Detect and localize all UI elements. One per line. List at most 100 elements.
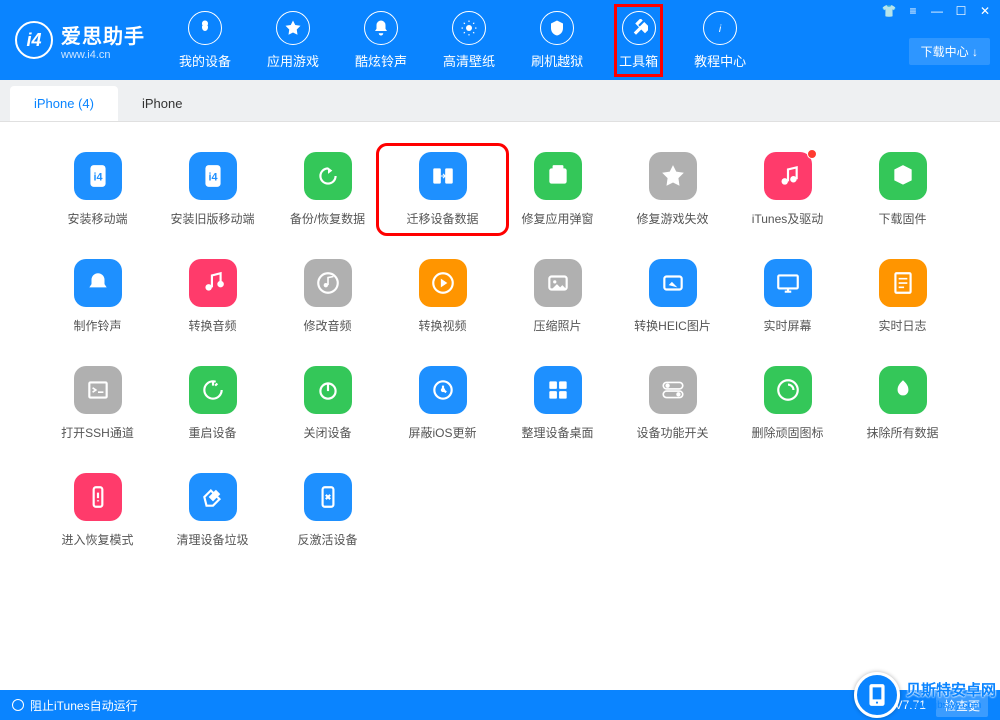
tools-grid: i4安装移动端i4安装旧版移动端备份/恢复数据迁移设备数据修复应用弹窗修复游戏失… [0, 122, 1000, 558]
install-mobile-icon: i4 [74, 152, 122, 200]
block-ios-update-icon [419, 366, 467, 414]
nav-toolbox[interactable]: 工具箱 [615, 5, 662, 76]
tool-modify-audio[interactable]: 修改音频 [270, 259, 385, 334]
tool-realtime-screen[interactable]: 实时屏幕 [730, 259, 845, 334]
modify-audio-icon [304, 259, 352, 307]
tool-label: 迁移设备数据 [406, 210, 478, 227]
erase-all-icon [879, 366, 927, 414]
tool-label: 转换HEIC图片 [634, 317, 711, 334]
tool-convert-audio[interactable]: 转换音频 [155, 259, 270, 334]
nav-apps-games[interactable]: 应用游戏 [263, 5, 323, 76]
window-controls: 👕 ≡ — ☐ ✕ [880, 4, 994, 18]
fix-popup-icon [534, 152, 582, 200]
tool-label: 设备功能开关 [636, 424, 708, 441]
tool-compress-photo[interactable]: 压缩照片 [500, 259, 615, 334]
tool-delete-stubborn[interactable]: 删除顽固图标 [730, 366, 845, 441]
tool-fix-popup[interactable]: 修复应用弹窗 [500, 152, 615, 227]
tool-reboot-device[interactable]: 重启设备 [155, 366, 270, 441]
flash-jailbreak-icon [540, 11, 574, 45]
tool-install-old-mobile[interactable]: i4 安装旧版移动端 [155, 152, 270, 227]
tool-label: 整理设备桌面 [521, 424, 593, 441]
convert-heic-icon [649, 259, 697, 307]
tab-0[interactable]: iPhone (4) [10, 86, 118, 121]
radio-icon[interactable] [12, 699, 24, 711]
tool-label: 反激活设备 [297, 531, 357, 548]
download-center-button[interactable]: 下载中心 ↓ [909, 38, 990, 65]
tool-organize-desktop[interactable]: 整理设备桌面 [500, 366, 615, 441]
delete-stubborn-icon [764, 366, 812, 414]
tool-recovery-mode[interactable]: 进入恢复模式 [40, 473, 155, 548]
watermark-logo-icon [854, 672, 900, 718]
menu-button[interactable]: ≡ [904, 4, 922, 18]
deactivate-icon [304, 473, 352, 521]
tool-itunes-driver[interactable]: iTunes及驱动 [730, 152, 845, 227]
tool-label: iTunes及驱动 [752, 210, 824, 227]
my-device-icon [188, 11, 222, 45]
nav-flash-jailbreak[interactable]: 刷机越狱 [527, 5, 587, 76]
svg-text:i4: i4 [208, 171, 217, 183]
nav-wallpapers[interactable]: 高清壁纸 [439, 5, 499, 76]
recovery-mode-icon [74, 473, 122, 521]
minimize-button[interactable]: — [928, 4, 946, 18]
tool-convert-video[interactable]: 转换视频 [385, 259, 500, 334]
tool-fix-game[interactable]: 修复游戏失效 [615, 152, 730, 227]
nav-ringtones[interactable]: 酷炫铃声 [351, 5, 411, 76]
nav-label: 教程中心 [694, 51, 746, 70]
compress-photo-icon [534, 259, 582, 307]
itunes-driver-icon [764, 152, 812, 200]
organize-desktop-icon [534, 366, 582, 414]
close-button[interactable]: ✕ [976, 4, 994, 18]
backup-restore-icon [304, 152, 352, 200]
tool-label: 打开SSH通道 [61, 424, 134, 441]
logo-icon: i4 [15, 21, 53, 59]
tool-migrate-data[interactable]: 迁移设备数据 [385, 152, 500, 227]
watermark: 贝斯特安卓网 www.zjbstyy.com [854, 672, 996, 718]
clean-trash-icon [189, 473, 237, 521]
svg-text:i: i [719, 22, 722, 34]
tool-label: 修复应用弹窗 [521, 210, 593, 227]
open-ssh-icon [74, 366, 122, 414]
tool-open-ssh[interactable]: 打开SSH通道 [40, 366, 155, 441]
logo[interactable]: i4 爱思助手 www.i4.cn [15, 20, 145, 61]
tool-label: 制作铃声 [73, 317, 121, 334]
main-nav: 我的设备 应用游戏酷炫铃声 高清壁纸刷机越狱工具箱 i 教程中心 [175, 5, 750, 76]
nav-label: 酷炫铃声 [355, 51, 407, 70]
tool-clean-trash[interactable]: 清理设备垃圾 [155, 473, 270, 548]
tool-label: 转换音频 [188, 317, 236, 334]
tool-label: 关闭设备 [303, 424, 351, 441]
tool-deactivate[interactable]: 反激活设备 [270, 473, 385, 548]
tool-erase-all[interactable]: 抹除所有数据 [845, 366, 960, 441]
logo-subtitle: www.i4.cn [61, 49, 145, 61]
tool-install-mobile[interactable]: i4安装移动端 [40, 152, 155, 227]
tool-label: 重启设备 [188, 424, 236, 441]
tool-block-ios-update[interactable]: 屏蔽iOS更新 [385, 366, 500, 441]
nav-tutorials[interactable]: i 教程中心 [690, 5, 750, 76]
logo-title: 爱思助手 [61, 20, 145, 49]
nav-label: 我的设备 [179, 51, 231, 70]
skin-button[interactable]: 👕 [880, 4, 898, 18]
tool-shutdown-device[interactable]: 关闭设备 [270, 366, 385, 441]
tool-realtime-log[interactable]: 实时日志 [845, 259, 960, 334]
tool-label: 安装旧版移动端 [170, 210, 254, 227]
maximize-button[interactable]: ☐ [952, 4, 970, 18]
tool-label: 屏蔽iOS更新 [408, 424, 476, 441]
tool-download-firmware[interactable]: 下载固件 [845, 152, 960, 227]
tool-make-ringtone[interactable]: 制作铃声 [40, 259, 155, 334]
nav-my-device[interactable]: 我的设备 [175, 5, 235, 76]
tool-feature-switch[interactable]: 设备功能开关 [615, 366, 730, 441]
footer-left-text[interactable]: 阻止iTunes自动运行 [30, 697, 138, 714]
feature-switch-icon [649, 366, 697, 414]
install-old-mobile-icon: i4 [189, 152, 237, 200]
tool-convert-heic[interactable]: 转换HEIC图片 [615, 259, 730, 334]
ringtones-icon [364, 11, 398, 45]
realtime-log-icon [879, 259, 927, 307]
tool-label: 压缩照片 [533, 317, 581, 334]
shutdown-device-icon [304, 366, 352, 414]
make-ringtone-icon [74, 259, 122, 307]
badge-dot [807, 149, 817, 159]
tool-backup-restore[interactable]: 备份/恢复数据 [270, 152, 385, 227]
tool-label: 备份/恢复数据 [290, 210, 365, 227]
tab-1[interactable]: iPhone [118, 86, 206, 121]
convert-video-icon [419, 259, 467, 307]
tool-label: 下载固件 [878, 210, 926, 227]
